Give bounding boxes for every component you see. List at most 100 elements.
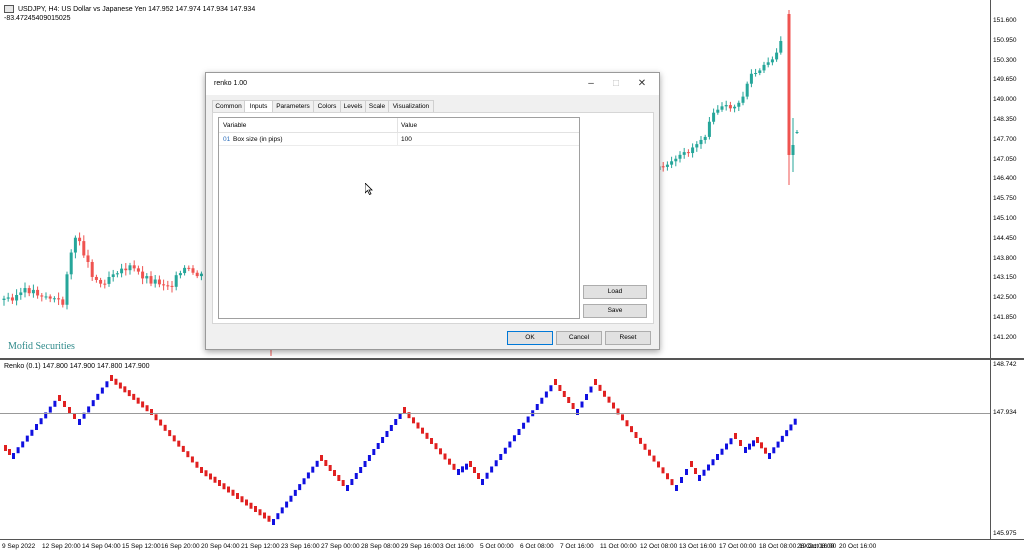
candle-body	[707, 121, 711, 137]
candle-body	[145, 276, 149, 279]
renko-brick	[612, 402, 615, 409]
candle-body	[52, 298, 56, 300]
candle-body	[779, 40, 783, 53]
renko-brick	[311, 466, 315, 473]
indicator-pane[interactable]	[0, 360, 990, 539]
ok-button[interactable]: OK	[507, 331, 553, 345]
renko-brick	[526, 416, 530, 423]
renko-brick	[100, 387, 104, 394]
renko-brick	[376, 443, 380, 449]
price-axis-label: 151.600	[993, 17, 1017, 24]
input-row[interactable]: 01 Box size (in pips) 100	[219, 133, 579, 146]
renko-brick	[634, 432, 638, 438]
renko-brick	[159, 419, 163, 426]
cancel-button[interactable]: Cancel	[556, 331, 602, 345]
price-axis-label: 150.950	[993, 36, 1017, 44]
candle-body	[766, 62, 770, 65]
load-button[interactable]: Load	[583, 285, 647, 299]
candle-body	[107, 277, 111, 284]
dialog-title-bar[interactable]: renko 1.00 – □ ✕	[206, 73, 659, 95]
renko-brick	[245, 499, 248, 506]
price-axis-label: 149.000	[993, 96, 1017, 104]
renko-brick	[363, 461, 367, 467]
renko-brick	[698, 475, 701, 481]
candle-body	[716, 109, 720, 113]
indicator-header: Renko (0.1) 147.800 147.900 147.800 147.…	[4, 363, 150, 370]
indicator-properties-dialog[interactable]: renko 1.00 – □ ✕ Common Inputs Parameter…	[205, 72, 660, 350]
candle-body	[57, 298, 61, 300]
renko-chart[interactable]	[0, 360, 990, 539]
minimize-button[interactable]: –	[579, 76, 603, 92]
candle-body	[111, 274, 115, 278]
renko-brick	[258, 509, 262, 516]
save-button[interactable]: Save	[583, 304, 647, 318]
renko-brick	[739, 440, 742, 446]
renko-brick	[293, 489, 297, 496]
candle-body	[741, 96, 745, 103]
candle-body	[712, 112, 716, 122]
close-button[interactable]: ✕	[630, 76, 654, 92]
renko-brick	[333, 470, 336, 476]
inputs-panel: Variable Value 01 Box size (in pips) 100…	[212, 112, 654, 324]
candle-body	[78, 237, 82, 242]
renko-brick	[350, 479, 354, 485]
time-axis-label: 23 Sep 16:00	[281, 543, 320, 550]
renko-brick	[416, 422, 420, 429]
candle-body	[99, 279, 103, 284]
candle-body	[15, 295, 19, 301]
renko-brick	[114, 378, 118, 385]
renko-brick	[675, 485, 678, 491]
candle-body	[141, 271, 145, 279]
renko-brick	[190, 456, 194, 463]
price-axis-border	[990, 0, 991, 540]
candle-body	[720, 106, 724, 110]
maximize-button[interactable]: □	[604, 76, 628, 92]
price-axis-label: 147.050	[993, 155, 1017, 163]
renko-brick	[8, 449, 11, 455]
price-axis-label: 143.150	[993, 274, 1017, 282]
renko-brick	[571, 403, 575, 409]
column-variable[interactable]: Variable	[223, 122, 246, 129]
time-axis-label: 7 Oct 16:00	[560, 543, 594, 550]
candle-body	[153, 279, 157, 284]
column-value[interactable]: Value	[401, 122, 417, 129]
renko-brick	[508, 441, 512, 448]
renko-brick	[127, 390, 131, 397]
broker-watermark: Mofid Securities	[8, 341, 75, 352]
renko-brick	[150, 409, 153, 415]
renko-brick	[394, 419, 398, 425]
renko-brick	[145, 405, 149, 412]
renko-brick	[163, 424, 167, 431]
renko-brick	[231, 489, 235, 496]
candle-body	[23, 288, 27, 293]
candle-body	[86, 255, 90, 262]
inputs-grid[interactable]: Variable Value 01 Box size (in pips) 100	[218, 117, 580, 319]
renko-brick	[263, 512, 266, 519]
candle-body	[195, 272, 199, 277]
candle-body	[770, 59, 774, 63]
candle-body	[745, 83, 749, 97]
renko-brick	[748, 443, 751, 450]
renko-brick	[272, 519, 275, 525]
renko-brick	[240, 496, 244, 503]
renko-brick	[168, 430, 172, 437]
renko-brick	[625, 420, 629, 427]
candle-body	[128, 265, 132, 271]
time-axis-label: 5 Oct 00:00	[480, 543, 514, 550]
renko-brick	[181, 445, 185, 452]
candle-body	[162, 284, 166, 286]
time-axis-label: 3 Oct 16:00	[440, 543, 474, 550]
renko-brick	[430, 438, 433, 444]
renko-brick	[630, 426, 633, 433]
renko-brick	[12, 453, 15, 459]
renko-brick	[607, 396, 611, 403]
renko-brick	[96, 393, 100, 400]
time-axis-label: 20 Sep 04:00	[201, 543, 240, 550]
input-row-value[interactable]: 100	[401, 136, 412, 143]
renko-brick	[772, 447, 776, 454]
renko-brick	[452, 463, 456, 470]
candle-body	[178, 273, 182, 276]
time-axis-border	[0, 539, 1024, 540]
renko-brick	[457, 469, 460, 475]
reset-button[interactable]: Reset	[605, 331, 651, 345]
